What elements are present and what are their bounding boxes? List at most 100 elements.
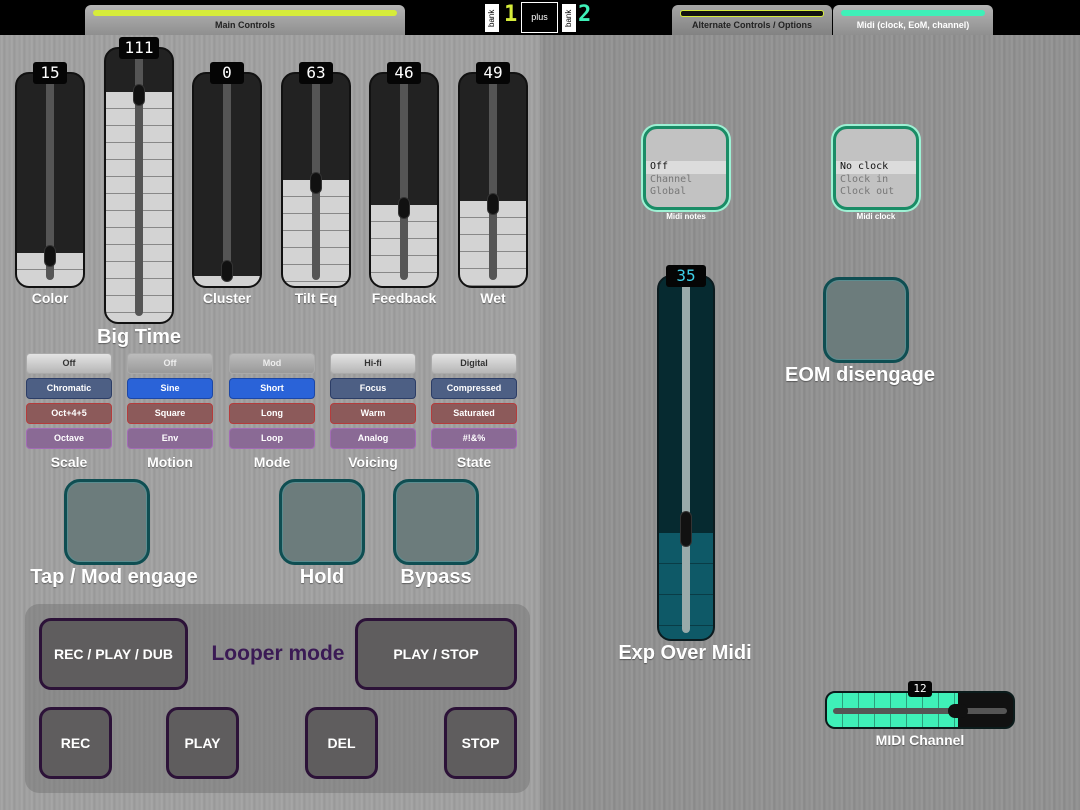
motion-option-env[interactable]: Env [127,428,213,449]
fader-color-display: 15 [33,62,67,84]
state-label: State [456,454,492,470]
tab-midi-label: Midi (clock, EoM, channel) [856,20,970,30]
bank-label-right: bank [562,4,576,32]
fader-handle[interactable] [133,83,145,106]
mode-option-short[interactable]: Short [229,378,315,399]
fader-handle[interactable] [221,260,233,282]
fader-tilt-eq-display: 63 [299,62,333,84]
exp-over-midi-label: Exp Over Midi [618,642,752,664]
fader-handle[interactable] [680,511,692,548]
play-stop-button[interactable]: PLAY / STOP [355,618,517,690]
fader-handle[interactable] [487,193,499,216]
tap-mod-pad[interactable] [64,479,150,565]
top-bar: Main Controls bank 1 plus bank 2 Alterna… [0,0,1080,35]
state-option-symbols[interactable]: #!&% [431,428,517,449]
voicing-option-warm[interactable]: Warm [330,403,416,424]
state-option-saturated[interactable]: Saturated [431,403,517,424]
tab-indicator [680,10,824,17]
fader-big-time-label: Big Time [96,326,182,348]
mode-option-mod[interactable]: Mod [229,353,315,374]
tap-mod-label: Tap / Mod engage [30,566,198,588]
fader-tilt-eq-label: Tilt Eq [294,290,338,306]
midi-channel-label: MIDI Channel [875,732,965,748]
bank-left-value[interactable]: 1 [504,2,517,27]
midi-clock-option[interactable]: Clock out [836,186,916,199]
fader-wet-display: 49 [476,62,510,84]
slider-track [833,708,1007,714]
midi-notes-option[interactable]: Global [646,186,726,199]
tab-alternate[interactable]: Alternate Controls / Options [672,5,832,35]
eom-disengage-label: EOM disengage [784,364,936,386]
fader-handle[interactable] [398,196,410,219]
fader-handle[interactable] [44,244,56,267]
hold-pad[interactable] [279,479,365,565]
plus-button[interactable]: plus [521,2,558,33]
scale-option-chromatic[interactable]: Chromatic [26,378,112,399]
midi-channel-display: 12 [908,681,932,697]
motion-option-sine[interactable]: Sine [127,378,213,399]
motion-option-square[interactable]: Square [127,403,213,424]
fader-track [489,80,497,280]
state-option-digital[interactable]: Digital [431,353,517,374]
rec-play-dub-button[interactable]: REC / PLAY / DUB [39,618,188,690]
fader-big-time[interactable] [104,47,174,324]
fader-track [400,80,408,280]
hold-label: Hold [299,566,345,588]
fader-color-label: Color [31,290,69,306]
fader-big-time-display: 111 [119,37,159,59]
fader-cluster[interactable] [192,72,262,288]
bank-right-value[interactable]: 2 [578,2,591,27]
fader-color[interactable] [15,72,85,288]
midi-notes-option[interactable]: Off [646,161,726,174]
midi-clock-option[interactable]: No clock [836,161,916,174]
mode-option-loop[interactable]: Loop [229,428,315,449]
fader-feedback-display: 46 [387,62,421,84]
midi-clock-option[interactable]: Clock in [836,174,916,187]
rec-button[interactable]: REC [39,707,112,779]
exp-over-midi-fader[interactable] [657,275,715,641]
state-option-compressed[interactable]: Compressed [431,378,517,399]
voicing-option-hifi[interactable]: Hi-fi [330,353,416,374]
tab-main-controls-label: Main Controls [215,20,275,30]
eom-disengage-pad[interactable] [823,277,909,363]
motion-label: Motion [147,454,193,470]
slider-handle[interactable] [948,704,969,718]
fader-track [223,80,231,280]
looper-title: Looper mode [211,642,345,665]
voicing-option-analog[interactable]: Analog [330,428,416,449]
mode-option-long[interactable]: Long [229,403,315,424]
bypass-label: Bypass [400,566,472,588]
fader-cluster-display: 0 [210,62,244,84]
mode-label: Mode [253,454,291,470]
voicing-label: Voicing [348,454,398,470]
fader-feedback[interactable] [369,72,439,288]
fader-track [682,283,690,633]
tab-midi[interactable]: Midi (clock, EoM, channel) [833,5,993,35]
scale-option-octave[interactable]: Octave [26,428,112,449]
tab-alternate-label: Alternate Controls / Options [691,20,812,30]
bypass-pad[interactable] [393,479,479,565]
fader-wet[interactable] [458,72,528,288]
fader-cluster-label: Cluster [202,290,252,306]
play-button[interactable]: PLAY [166,707,239,779]
scale-label: Scale [50,454,88,470]
stop-button[interactable]: STOP [444,707,517,779]
tab-main-controls[interactable]: Main Controls [85,5,405,35]
midi-notes-option[interactable]: Channel [646,174,726,187]
midi-notes-label: Midi notes [666,212,706,221]
fader-tilt-eq[interactable] [281,72,351,288]
del-button[interactable]: DEL [305,707,378,779]
exp-over-midi-display: 35 [666,265,706,287]
tab-indicator [93,10,397,16]
bank-label: bank [485,4,499,32]
midi-notes-selector[interactable]: Off Channel Global [643,126,729,210]
fader-feedback-label: Feedback [371,290,437,306]
motion-option-off[interactable]: Off [127,353,213,374]
fader-wet-label: Wet [480,290,506,306]
voicing-option-focus[interactable]: Focus [330,378,416,399]
fader-handle[interactable] [310,172,322,194]
midi-clock-selector[interactable]: No clock Clock in Clock out [833,126,919,210]
scale-option-off[interactable]: Off [26,353,112,374]
midi-clock-label: Midi clock [856,212,896,221]
scale-option-oct45[interactable]: Oct+4+5 [26,403,112,424]
